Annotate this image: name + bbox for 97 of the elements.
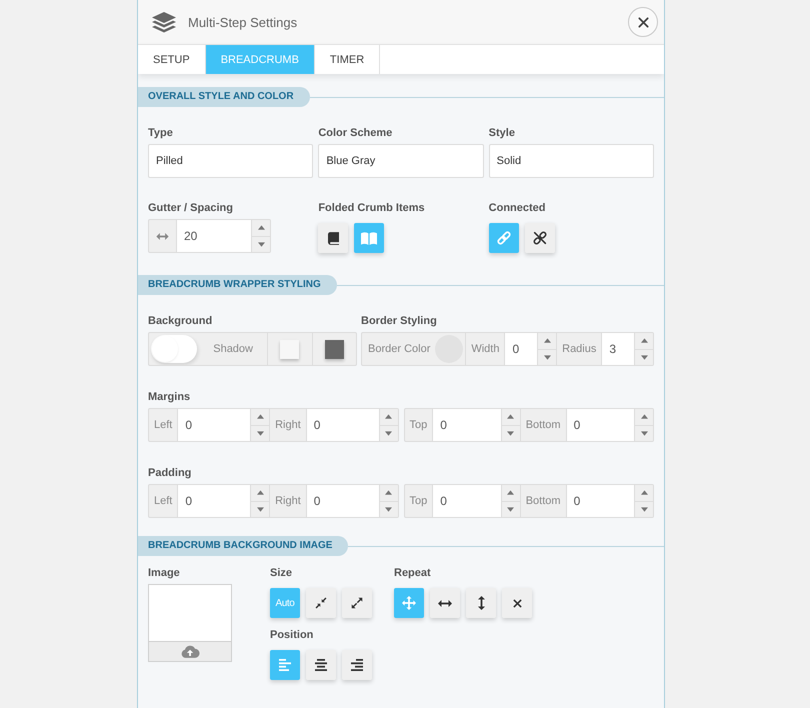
number-field[interactable]: 0 [566,409,634,441]
connected-style-button[interactable] [524,223,555,253]
caret-up-icon [385,414,392,420]
field-label: Color Scheme [318,126,392,140]
align-center-icon [315,659,327,671]
number-field[interactable]: 20 [176,220,251,252]
input-label: Top [408,494,428,509]
field-label: Margins [148,390,190,404]
section-title: BREADCRUMB WRAPPER STYLING [138,275,337,295]
position-option-button[interactable] [342,650,372,680]
number-field[interactable]: 0 [177,409,250,441]
close-icon [638,16,648,28]
spin-down-button[interactable] [635,424,653,441]
vertical-arrows-icon [478,596,484,610]
number-field[interactable]: 0 [177,485,250,517]
caret-down-icon [385,506,392,512]
image-upload-field[interactable] [148,584,232,662]
number-field[interactable]: 0 [306,409,379,441]
spin-down-button[interactable] [252,236,270,252]
field-label: Style [488,126,515,140]
align-right-icon [351,659,363,671]
window-title: Multi-Step Settings [188,14,298,30]
align-left-icon [279,659,291,671]
move-arrows-icon [402,596,416,610]
field-label: Connected [488,201,546,215]
caret-up-icon [640,414,648,420]
layers-icon [152,12,176,32]
input-label: Left [153,418,174,433]
caret-up-icon [544,338,551,344]
field-label: Position [270,628,314,642]
x-icon [512,598,522,608]
input-field[interactable]: Blue Gray [318,144,484,178]
expand-icon [351,597,363,609]
unlink-icon [532,230,548,246]
section-title: BREADCRUMB BACKGROUND IMAGE [138,536,348,556]
caret-down-icon [256,506,264,512]
size-option-button[interactable] [342,588,372,618]
input-label: Left [153,494,174,509]
shadow-toggle[interactable] [151,335,197,363]
number-field[interactable]: 0 [306,485,379,517]
compress-icon [315,597,327,609]
repeat-option-button[interactable] [430,588,460,618]
open-book-icon [361,232,378,244]
field-label: Repeat [394,566,431,580]
cloud-upload-icon [180,645,200,658]
tab[interactable]: SETUP [138,45,206,74]
caret-up-icon [258,225,264,230]
field-label: Border Styling [361,314,437,328]
caret-down-icon [258,242,264,247]
caret-down-icon [640,354,648,360]
caret-down-icon [507,506,514,512]
caret-up-icon [507,490,514,496]
spin-down-button[interactable] [635,348,653,365]
position-option-button[interactable] [306,650,336,680]
caret-down-icon [640,506,648,512]
border-color-label: Border Color [368,343,430,355]
caret-down-icon [640,430,648,436]
caret-down-icon [544,354,551,360]
caret-down-icon [385,430,392,436]
caret-up-icon [507,414,514,420]
color-swatch[interactable] [324,340,344,358]
caret-up-icon [256,490,264,496]
repeat-option-button[interactable] [502,588,532,618]
color-swatch[interactable] [280,340,300,358]
number-field[interactable]: 3 [601,333,634,365]
caret-down-icon [256,430,264,436]
caret-up-icon [640,338,648,344]
horizontal-arrows-icon [438,600,452,606]
caret-down-icon [507,430,514,436]
caret-up-icon [640,490,648,496]
repeat-option-button[interactable] [466,588,496,618]
spin-down-button[interactable] [635,500,653,517]
field-label: Folded Crumb Items [318,201,425,215]
field-label: Background [148,314,212,328]
caret-up-icon [256,414,264,420]
upload-button[interactable] [149,641,231,661]
field-label: Size [270,566,292,580]
input-field[interactable]: Pilled [148,144,314,178]
number-field[interactable]: 0 [566,485,634,517]
shadow-label: Shadow [213,343,253,355]
number-field[interactable]: 0 [504,333,538,365]
field-label: Image [148,566,180,580]
caret-up-icon [385,490,392,496]
input-label: Top [408,418,428,433]
section-title: OVERALL STYLE AND COLOR [138,87,310,107]
field-label: Type [148,126,173,140]
link-icon [496,230,512,246]
book-icon [328,232,339,244]
number-field[interactable]: 0 [432,409,501,441]
close-button[interactable] [628,7,658,37]
number-field[interactable]: 0 [432,485,501,517]
field-label: Gutter / Spacing [148,201,233,215]
tab[interactable]: TIMER [314,45,380,74]
input-field[interactable]: Solid [488,144,654,178]
field-label: Padding [148,466,192,480]
horizontal-arrows-icon [156,232,169,240]
folded-style-button[interactable] [318,223,348,253]
